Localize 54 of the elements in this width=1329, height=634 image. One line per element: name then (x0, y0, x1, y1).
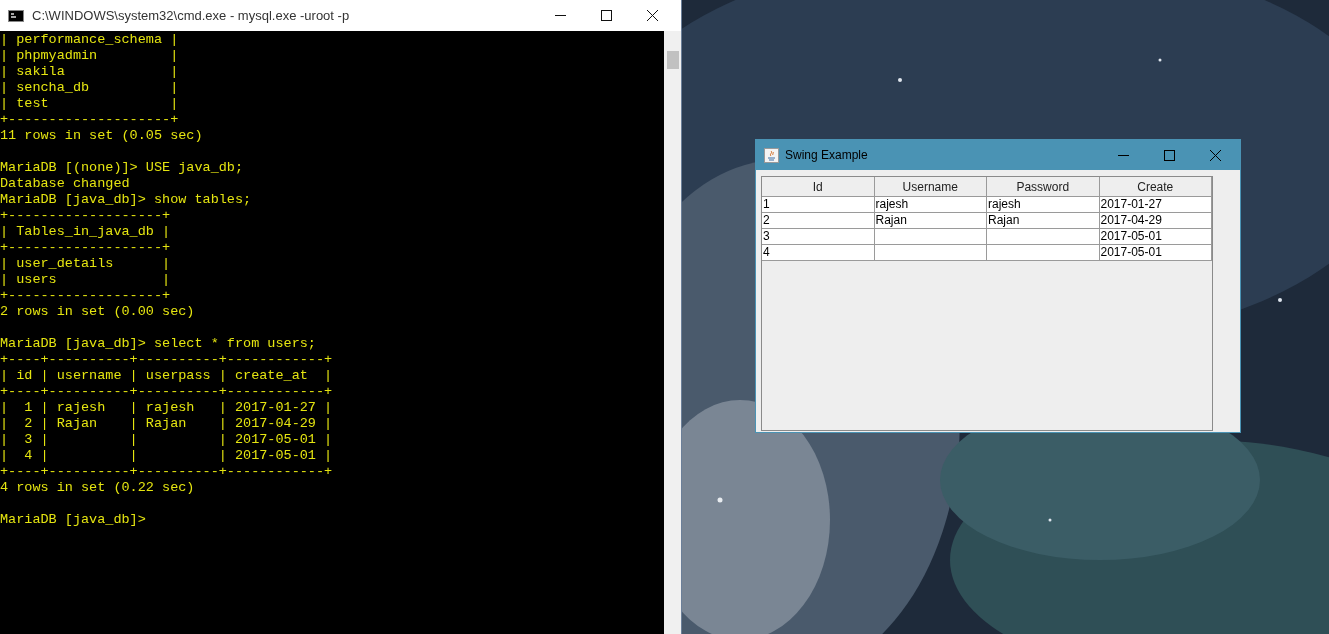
console-line: | phpmyadmin | (0, 48, 179, 64)
close-icon[interactable] (646, 10, 658, 21)
console-line: | user_details | (0, 256, 171, 272)
console-line: Database changed (0, 176, 130, 192)
console-line: +--------------------+ (0, 112, 179, 128)
console-line: | sakila | (0, 64, 179, 80)
console-line: +----+----------+----------+------------+ (0, 384, 333, 400)
scrollbar-thumb[interactable] (666, 51, 679, 69)
column-header[interactable]: Id (762, 177, 875, 197)
console-line: +-------------------+ (0, 240, 171, 256)
console-line: +-------------------+ (0, 208, 171, 224)
console-line: +----+----------+----------+------------+ (0, 464, 333, 480)
console-line: MariaDB [java_db]> select * from users; (0, 336, 316, 352)
console-line: MariaDB [java_db]> show tables; (0, 192, 252, 208)
maximize-icon[interactable] (600, 10, 612, 21)
column-header[interactable]: Username (874, 177, 987, 197)
table-cell: 1 (762, 197, 875, 213)
table-cell: Rajan (874, 213, 987, 229)
table-cell: 4 (762, 245, 875, 261)
window-title: Swing Example (785, 147, 869, 164)
column-header[interactable]: Password (987, 177, 1100, 197)
console-line: MariaDB [(none)]> USE java_db; (0, 160, 244, 176)
maximize-icon[interactable] (1163, 149, 1175, 161)
console-line: | performance_schema | (0, 32, 179, 48)
console-line: | 2 | Rajan | Rajan | 2017-04-29 | (0, 416, 333, 432)
table-cell: 3 (762, 229, 875, 245)
console-line: | 4 | | | 2017-05-01 | (0, 448, 333, 464)
close-icon[interactable] (1209, 149, 1221, 161)
console-line: MariaDB [java_db]> (0, 512, 146, 528)
console-line: | test | (0, 96, 179, 112)
console-line: +-------------------+ (0, 288, 171, 304)
console-line: | 3 | | | 2017-05-01 | (0, 432, 333, 448)
java-icon (764, 147, 779, 163)
scrollbar[interactable] (664, 31, 681, 634)
console-line: 4 rows in set (0.22 sec) (0, 480, 195, 496)
console-line: +----+----------+----------+------------+ (0, 352, 333, 368)
table-cell: 2017-05-01 (1099, 229, 1212, 245)
console-line: | id | username | userpass | create_at | (0, 368, 333, 384)
table-cell: rajesh (874, 197, 987, 213)
console-line: 2 rows in set (0.00 sec) (0, 304, 195, 320)
table-cell: 2 (762, 213, 875, 229)
console-line: | sencha_db | (0, 80, 179, 96)
table-cell: rajesh (987, 197, 1100, 213)
table-cell: 2017-01-27 (1099, 197, 1212, 213)
table-cell: 2017-04-29 (1099, 213, 1212, 229)
column-header[interactable]: Create (1099, 177, 1212, 197)
console-line: | Tables_in_java_db | (0, 224, 171, 240)
window-title: C:\WINDOWS\system32\cmd.exe - mysql.exe -uroot -p (32, 6, 351, 25)
console-line: | users | (0, 272, 171, 288)
console-line: 11 rows in set (0.05 sec) (0, 128, 203, 144)
table-cell: Rajan (987, 213, 1100, 229)
console-line: | 1 | rajesh | rajesh | 2017-01-27 | (0, 400, 333, 416)
terminal-icon (8, 9, 24, 22)
table-cell: 2017-05-01 (1099, 245, 1212, 261)
